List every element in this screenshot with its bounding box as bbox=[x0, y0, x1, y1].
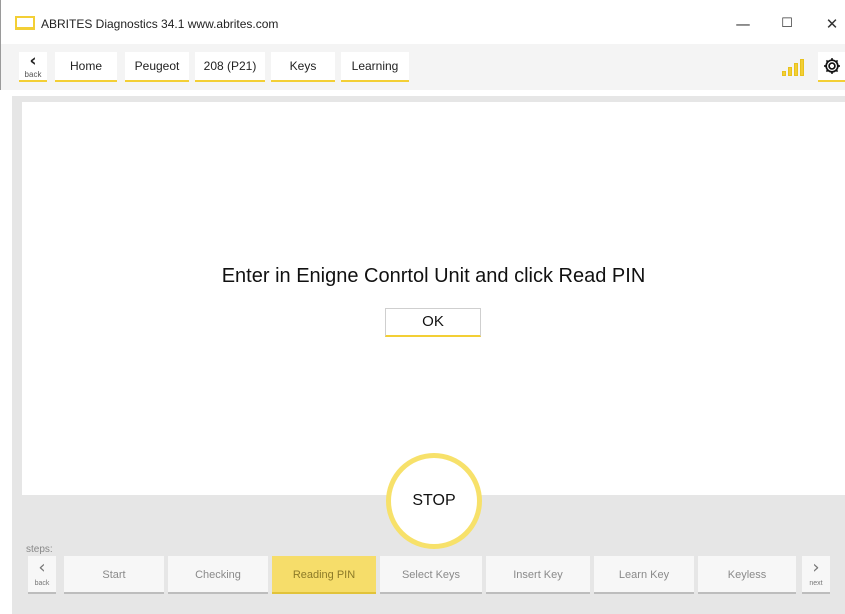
step-keyless[interactable]: Keyless bbox=[698, 556, 796, 594]
ok-button[interactable]: OK bbox=[385, 308, 481, 337]
instruction-message: Enter in Enigne Conrtol Unit and click R… bbox=[221, 265, 646, 287]
maximize-button[interactable]: ☐ bbox=[772, 13, 802, 35]
breadcrumb-learning[interactable]: Learning bbox=[341, 52, 409, 82]
steps-back-button[interactable]: ‹ back bbox=[28, 556, 56, 594]
dialog-panel: Enter in Enigne Conrtol Unit and click R… bbox=[22, 102, 845, 495]
chevron-left-icon: ‹ bbox=[29, 51, 37, 71]
stop-button[interactable]: STOP bbox=[386, 453, 482, 549]
step-insert-key[interactable]: Insert Key bbox=[486, 556, 590, 594]
signal-strength-icon bbox=[782, 56, 810, 76]
window-titlebar: ABRITES Diagnostics 34.1 www.abrites.com… bbox=[0, 0, 845, 44]
back-button[interactable]: ‹ back bbox=[19, 52, 47, 82]
breadcrumb-home[interactable]: Home bbox=[55, 52, 117, 82]
steps-next-label: next bbox=[809, 580, 823, 587]
window-title: ABRITES Diagnostics 34.1 www.abrites.com bbox=[41, 17, 279, 31]
steps-back-label: back bbox=[34, 580, 50, 587]
step-start[interactable]: Start bbox=[64, 556, 164, 594]
back-button-label: back bbox=[24, 70, 42, 79]
breadcrumb-keys[interactable]: Keys bbox=[271, 52, 335, 82]
navigation-bar: ‹ back Home Peugeot 208 (P21) Keys Learn… bbox=[0, 44, 845, 90]
chevron-left-icon: ‹ bbox=[38, 557, 46, 578]
close-button[interactable]: ✕ bbox=[817, 13, 845, 35]
breadcrumb-model[interactable]: 208 (P21) bbox=[195, 52, 265, 82]
step-learn-key[interactable]: Learn Key bbox=[594, 556, 694, 594]
steps-next-button[interactable]: › next bbox=[802, 556, 830, 594]
step-select-keys[interactable]: Select Keys bbox=[380, 556, 482, 594]
chevron-right-icon: › bbox=[812, 557, 820, 578]
settings-button[interactable] bbox=[818, 52, 845, 82]
gear-icon bbox=[824, 58, 840, 74]
step-checking[interactable]: Checking bbox=[168, 556, 268, 594]
minimize-button[interactable]: — bbox=[728, 13, 758, 35]
steps-label: steps: bbox=[26, 544, 53, 555]
breadcrumb-peugeot[interactable]: Peugeot bbox=[125, 52, 189, 82]
abrites-logo-icon bbox=[15, 16, 35, 30]
step-reading-pin[interactable]: Reading PIN bbox=[272, 556, 376, 594]
